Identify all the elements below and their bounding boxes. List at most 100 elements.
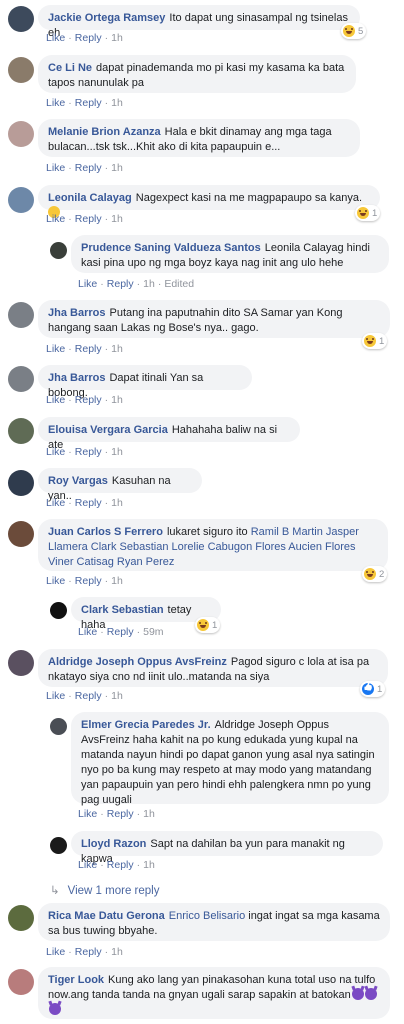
like-link[interactable]: Like (78, 859, 97, 871)
reaction-count[interactable]: 1 (195, 617, 221, 633)
commenter-name[interactable]: Juan Carlos S Ferrero (48, 526, 163, 538)
avatar[interactable] (8, 187, 34, 213)
like-link[interactable]: Like (46, 97, 65, 109)
reaction-count[interactable]: 1 (360, 681, 386, 697)
comment-actions: Like · Reply · 1h (46, 343, 123, 355)
commenter-name[interactable]: Lloyd Razon (81, 838, 146, 850)
like-link[interactable]: Like (46, 690, 65, 702)
commenter-name[interactable]: Melanie Brion Azanza (48, 126, 161, 138)
commenter-name[interactable]: Roy Vargas (48, 475, 108, 487)
like-link[interactable]: Like (46, 213, 65, 225)
reply-link[interactable]: Reply (75, 213, 102, 225)
like-link[interactable]: Like (78, 626, 97, 638)
timestamp[interactable]: 1h (143, 808, 155, 820)
reply-link[interactable]: Reply (75, 32, 102, 44)
like-link[interactable]: Like (46, 32, 65, 44)
reply-link[interactable]: Reply (107, 808, 134, 820)
devil-emoji-icon (49, 1003, 61, 1015)
commenter-name[interactable]: Aldridge Joseph Oppus AvsFreinz (48, 656, 227, 668)
commenter-name[interactable]: Jackie Ortega Ramsey (48, 12, 165, 24)
timestamp[interactable]: 1h (111, 213, 123, 225)
commenter-name[interactable]: Prudence Saning Valdueza Santos (81, 242, 261, 254)
commenter-name[interactable]: Elmer Grecia Paredes Jr. (81, 719, 211, 731)
comment-bubble: Jackie Ortega Ramsey Ito dapat ung sinasa… (38, 5, 360, 39)
commenter-name[interactable]: Ce Li Ne (48, 62, 92, 74)
reply-link[interactable]: Reply (75, 497, 102, 509)
like-link[interactable]: Like (46, 343, 65, 355)
haha-icon (364, 568, 376, 580)
avatar[interactable] (8, 302, 34, 328)
commenter-name[interactable]: Jha Barros (48, 372, 105, 384)
comment-bubble: Leonila Calayag Nagexpect kasi na me magp… (38, 185, 380, 218)
reply-link[interactable]: Reply (75, 343, 102, 355)
timestamp[interactable]: 1h (143, 859, 155, 871)
timestamp[interactable]: 1h (111, 97, 123, 109)
edited-label[interactable]: Edited (164, 278, 194, 290)
commenter-name[interactable]: Tiger Look (48, 974, 104, 986)
comment-actions: Like · Reply · 1h · Edited (78, 278, 195, 290)
reply-link[interactable]: Reply (75, 946, 102, 958)
avatar[interactable] (8, 969, 34, 995)
reply-link[interactable]: Reply (75, 690, 102, 702)
like-link[interactable]: Like (46, 946, 65, 958)
like-link[interactable]: Like (46, 394, 65, 406)
reaction-count[interactable]: 2 (362, 566, 388, 582)
reply-link[interactable]: Reply (75, 394, 102, 406)
avatar[interactable] (8, 650, 34, 676)
reply-link[interactable]: Reply (107, 626, 134, 638)
commenter-name[interactable]: Clark Sebastian (81, 604, 164, 616)
commenter-name[interactable]: Elouisa Vergara Garcia (48, 424, 168, 436)
like-link[interactable]: Like (46, 497, 65, 509)
avatar[interactable] (8, 366, 34, 392)
comment-text: dapat pinademanda mo pi kasi my kasama k… (48, 62, 345, 89)
haha-icon (364, 335, 376, 347)
avatar[interactable] (8, 521, 34, 547)
avatar[interactable] (50, 242, 67, 259)
reply-link[interactable]: Reply (75, 162, 102, 174)
avatar[interactable] (8, 418, 34, 444)
timestamp[interactable]: 1h (111, 946, 123, 958)
commenter-name[interactable]: Leonila Calayag (48, 192, 132, 204)
reaction-count[interactable]: 1 (355, 205, 381, 221)
reply-link[interactable]: Reply (75, 446, 102, 458)
like-link[interactable]: Like (78, 278, 97, 290)
reply-link[interactable]: Reply (75, 575, 102, 587)
timestamp[interactable]: 1h (111, 343, 123, 355)
avatar[interactable] (50, 602, 67, 619)
reply-link[interactable]: Reply (107, 278, 134, 290)
comment-bubble: Aldridge Joseph Oppus AvsFreinz Pagod sig… (38, 649, 388, 687)
timestamp[interactable]: 1h (111, 446, 123, 458)
timestamp[interactable]: 1h (111, 497, 123, 509)
reply-link[interactable]: Reply (107, 859, 134, 871)
like-link[interactable]: Like (46, 162, 65, 174)
commenter-name[interactable]: Jha Barros (48, 307, 105, 319)
avatar[interactable] (8, 905, 34, 931)
tagged-name[interactable]: Enrico Belisario (169, 910, 245, 922)
timestamp[interactable]: 1h (111, 575, 123, 587)
like-link[interactable]: Like (46, 575, 65, 587)
commenter-name[interactable]: Rica Mae Datu Gerona (48, 910, 165, 922)
like-link[interactable]: Like (78, 808, 97, 820)
avatar[interactable] (8, 121, 34, 147)
avatar[interactable] (50, 837, 67, 854)
view-more-replies-link[interactable]: ↳ View 1 more reply (50, 883, 159, 897)
timestamp[interactable]: 1h (111, 32, 123, 44)
timestamp[interactable]: 1h (143, 278, 155, 290)
reply-link[interactable]: Reply (75, 97, 102, 109)
comment-actions: Like · Reply · 1h (78, 808, 155, 820)
comment-actions: Like · Reply · 1h (78, 859, 155, 871)
avatar[interactable] (50, 718, 67, 735)
avatar[interactable] (8, 6, 34, 32)
avatar[interactable] (8, 470, 34, 496)
like-link[interactable]: Like (46, 446, 65, 458)
reaction-count[interactable]: 5 (341, 23, 367, 39)
timestamp[interactable]: 1h (111, 394, 123, 406)
comment-actions: Like · Reply · 1h (46, 32, 123, 44)
timestamp[interactable]: 1h (111, 690, 123, 702)
comment-text: lukaret siguro ito (166, 526, 248, 538)
timestamp[interactable]: 59m (143, 626, 163, 638)
reaction-count[interactable]: 1 (362, 333, 388, 349)
timestamp[interactable]: 1h (111, 162, 123, 174)
avatar[interactable] (8, 57, 34, 83)
comment-actions: Like · Reply · 1h (46, 446, 123, 458)
